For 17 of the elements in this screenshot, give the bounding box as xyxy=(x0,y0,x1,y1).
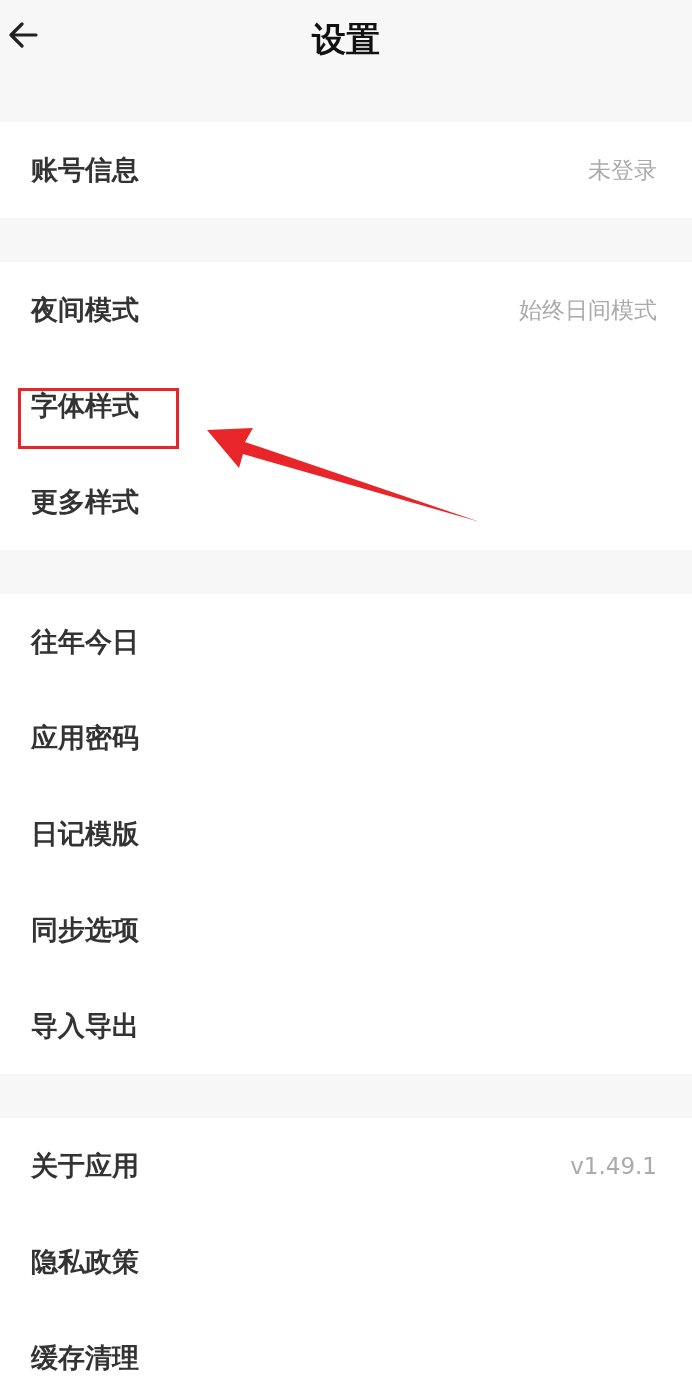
setting-value: v1.49.1 xyxy=(570,1153,657,1179)
setting-label[interactable]: 同步选项 xyxy=(31,912,139,948)
setting-value: 始终日间模式 xyxy=(519,295,657,325)
setting-label[interactable]: 夜间模式 xyxy=(31,292,139,328)
back-icon[interactable] xyxy=(8,22,38,48)
setting-label[interactable]: 字体样式 xyxy=(31,388,139,424)
setting-value: 未登录 xyxy=(588,155,657,185)
setting-label[interactable]: 日记模版 xyxy=(31,816,139,852)
setting-label[interactable]: 缓存清理 xyxy=(31,1340,139,1376)
setting-label[interactable]: 导入导出 xyxy=(31,1008,139,1044)
setting-label[interactable]: 更多样式 xyxy=(31,484,139,520)
setting-label[interactable]: 隐私政策 xyxy=(31,1244,139,1280)
page-title: 设置 xyxy=(312,18,380,61)
setting-label[interactable]: 关于应用 xyxy=(31,1148,139,1184)
setting-label[interactable]: 账号信息 xyxy=(31,152,139,188)
setting-label[interactable]: 往年今日 xyxy=(31,624,139,660)
setting-label[interactable]: 应用密码 xyxy=(31,720,139,756)
